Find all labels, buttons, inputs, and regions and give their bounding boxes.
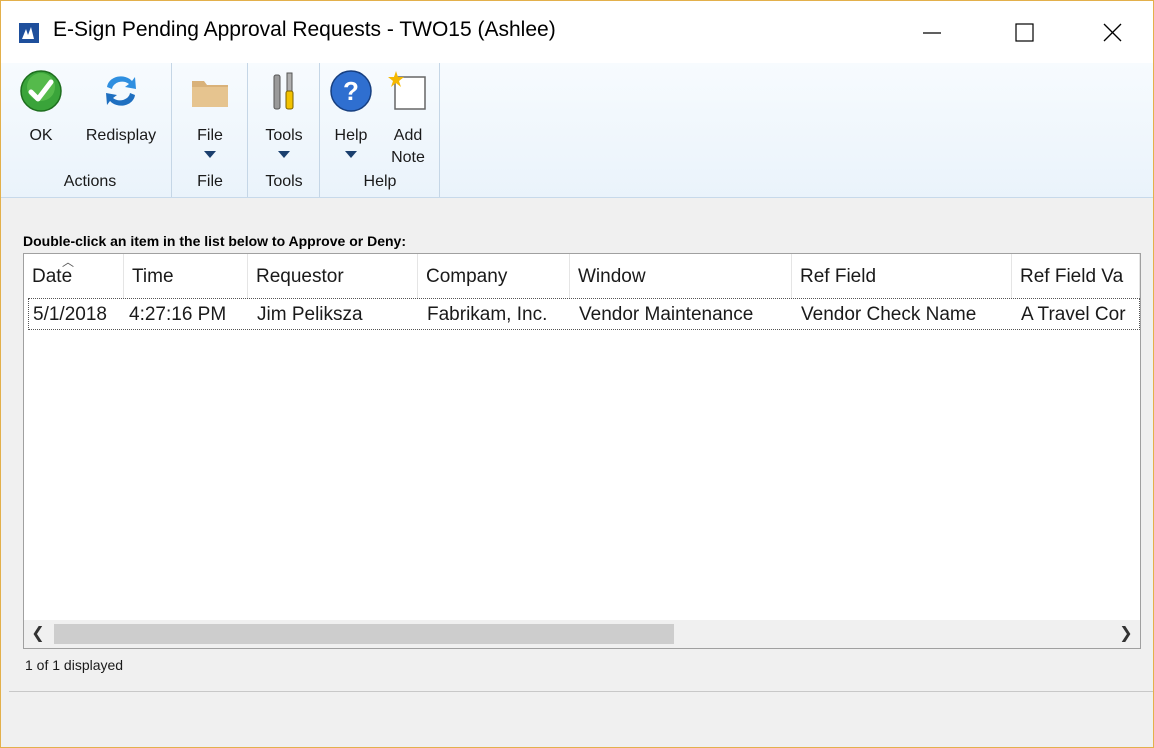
window-title: E-Sign Pending Approval Requests - TWO15… <box>53 18 556 41</box>
ok-check-icon <box>19 69 63 113</box>
column-header-requestor[interactable]: Requestor <box>248 254 418 298</box>
file-button-label: File <box>197 127 223 144</box>
redisplay-button-label: Redisplay <box>85 127 157 144</box>
tools-button-label: Tools <box>265 127 303 144</box>
tools-button[interactable]: Tools <box>249 63 319 171</box>
maximize-button[interactable] <box>1001 11 1047 55</box>
cell-company: Fabrikam, Inc. <box>427 304 548 325</box>
ribbon-group-file: File File <box>173 63 248 197</box>
list-instruction: Double-click an item in the list below t… <box>23 233 406 249</box>
column-header-date[interactable]: ︿ Date <box>24 254 124 298</box>
minimize-button[interactable] <box>909 11 955 55</box>
ok-button-label: OK <box>29 127 53 144</box>
add-note-button-label: Add Note <box>391 127 425 166</box>
cell-date: 5/1/2018 <box>33 304 107 325</box>
ribbon-group-label-actions: Actions <box>63 173 117 190</box>
cell-window: Vendor Maintenance <box>579 304 754 325</box>
column-header-ref-field-value[interactable]: Ref Field Va <box>1012 254 1140 298</box>
column-header-company[interactable]: Company <box>418 254 570 298</box>
scroll-right-icon[interactable]: ❯ <box>1112 620 1140 648</box>
help-icon: ? <box>329 69 373 113</box>
app-logo-icon <box>19 23 39 43</box>
tools-dropdown-arrow-icon <box>278 151 290 158</box>
close-button[interactable] <box>1089 11 1135 55</box>
file-dropdown-arrow-icon <box>204 151 216 158</box>
table-row[interactable]: 5/1/2018 4:27:16 PM Jim Peliksza Fabrika… <box>28 298 1140 330</box>
horizontal-scrollbar[interactable]: ❮ ❯ <box>24 620 1140 648</box>
ribbon-group-help: ? Help Add Note Help <box>321 63 440 197</box>
ok-button[interactable]: OK <box>11 63 71 171</box>
status-text: 1 of 1 displayed <box>25 657 124 673</box>
title-bar[interactable]: E-Sign Pending Approval Requests - TWO15… <box>1 1 1153 63</box>
ribbon-group-label-tools: Tools <box>265 173 303 190</box>
help-dropdown-arrow-icon <box>345 151 357 158</box>
redisplay-button[interactable]: Redisplay <box>77 63 165 171</box>
help-button[interactable]: ? Help <box>323 63 379 171</box>
column-header-window[interactable]: Window <box>570 254 792 298</box>
scrollbar-thumb[interactable] <box>54 624 674 644</box>
ribbon-group-actions: OK Redisplay Actions <box>9 63 172 197</box>
refresh-icon <box>99 69 143 113</box>
file-button[interactable]: File <box>173 63 247 171</box>
help-button-label: Help <box>334 127 368 144</box>
cell-ref-field-value: A Travel Cor <box>1021 304 1126 325</box>
app-window: E-Sign Pending Approval Requests - TWO15… <box>0 0 1154 748</box>
column-header-time[interactable]: Time <box>124 254 248 298</box>
folder-icon <box>188 69 232 113</box>
cell-ref-field: Vendor Check Name <box>801 304 977 325</box>
cell-requestor: Jim Peliksza <box>257 304 363 325</box>
scroll-left-icon[interactable]: ❮ <box>24 620 52 648</box>
list-header: ︿ Date Time Requestor Company Window Ref… <box>24 254 1140 298</box>
add-note-button[interactable]: Add Note <box>379 63 437 171</box>
svg-text:?: ? <box>343 76 359 106</box>
cell-time: 4:27:16 PM <box>129 304 227 325</box>
ribbon-group-label-file: File <box>197 173 223 190</box>
approval-requests-list[interactable]: ︿ Date Time Requestor Company Window Ref… <box>23 253 1141 649</box>
sort-ascending-icon: ︿ <box>62 255 75 269</box>
ribbon-toolbar: OK Redisplay Actions File File Tools Too… <box>1 63 1153 198</box>
ribbon-group-tools: Tools Tools <box>249 63 320 197</box>
tools-icon <box>262 69 306 113</box>
note-icon <box>386 69 430 113</box>
ribbon-group-label-help: Help <box>363 173 397 190</box>
column-header-ref-field[interactable]: Ref Field <box>792 254 1012 298</box>
divider <box>9 691 1153 692</box>
